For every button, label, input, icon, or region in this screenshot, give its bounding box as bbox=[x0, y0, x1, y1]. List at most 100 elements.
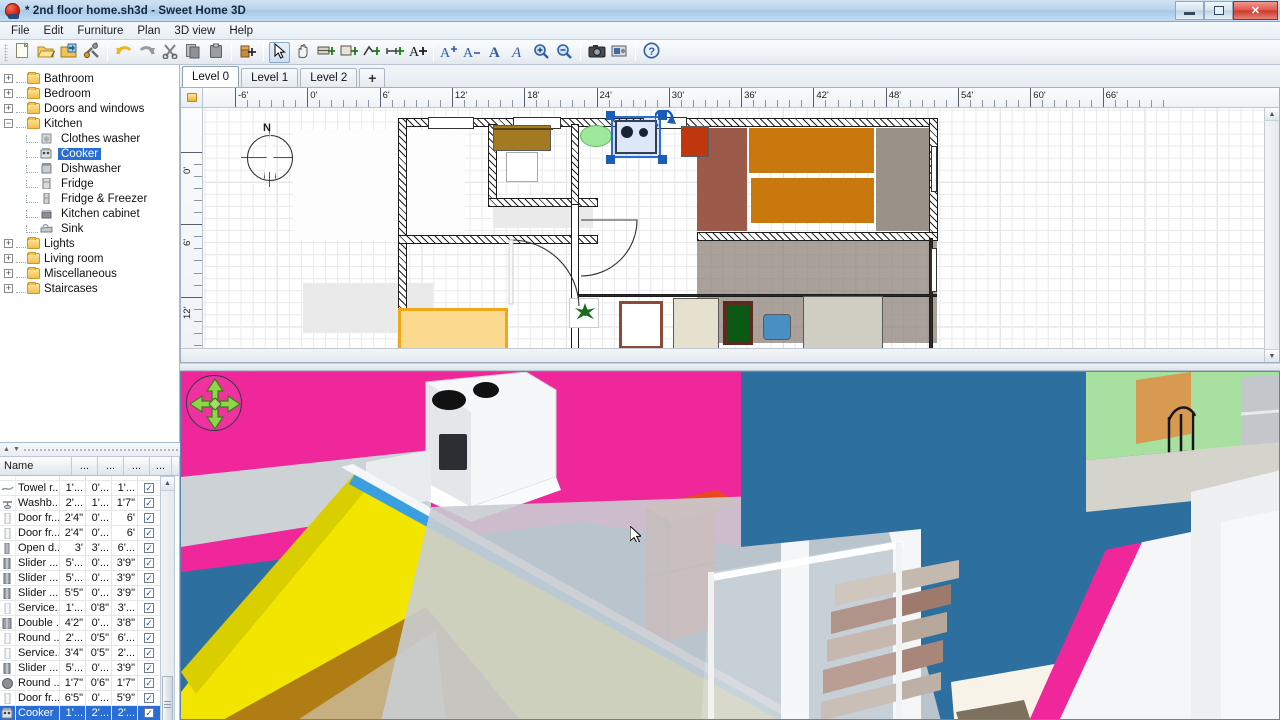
row-visible-cell[interactable]: ✓ bbox=[138, 586, 160, 600]
lock-base-plan-icon[interactable] bbox=[186, 93, 197, 102]
row-visible-cell[interactable]: ✓ bbox=[138, 646, 160, 660]
add-level-button[interactable]: + bbox=[359, 68, 386, 87]
table-row[interactable]: Round ... 2'... 0'5" 6'... ✓ bbox=[0, 631, 160, 646]
wall-inner-horizontal-a[interactable] bbox=[488, 198, 598, 207]
expand-icon[interactable]: + bbox=[4, 104, 13, 113]
restore-button[interactable] bbox=[1204, 1, 1233, 20]
menu-edit[interactable]: Edit bbox=[37, 23, 71, 39]
compass[interactable]: N bbox=[241, 122, 299, 187]
zoom-out-button[interactable] bbox=[554, 42, 575, 63]
expand-icon[interactable]: + bbox=[4, 284, 13, 293]
visible-checkbox[interactable]: ✓ bbox=[144, 633, 154, 643]
catalog-category-kitchen[interactable]: − Kitchen bbox=[4, 116, 179, 131]
expand-icon[interactable]: + bbox=[4, 269, 13, 278]
furniture-column-header-2[interactable]: ... bbox=[98, 457, 124, 475]
table-row[interactable]: Slider ... 5'... 0'... 3'9" ✓ bbox=[0, 661, 160, 676]
table-row[interactable]: Cooker 1'... 2'... 2'... ✓ bbox=[0, 706, 160, 720]
create-polyline-button[interactable] bbox=[361, 42, 382, 63]
splitter-up-arrow-icon[interactable]: ▲ bbox=[3, 446, 10, 453]
visible-checkbox[interactable]: ✓ bbox=[144, 648, 154, 658]
plan-furniture-green-door[interactable] bbox=[723, 301, 753, 345]
plan-furniture-bed-main[interactable] bbox=[398, 308, 508, 352]
splitter-down-arrow-icon[interactable]: ▼ bbox=[13, 446, 20, 453]
row-visible-cell[interactable]: ✓ bbox=[138, 661, 160, 675]
row-visible-cell[interactable]: ✓ bbox=[138, 601, 160, 615]
table-row[interactable]: Slider ... 5'5" 0'... 3'9" ✓ bbox=[0, 586, 160, 601]
redo-button[interactable] bbox=[136, 42, 157, 63]
expand-icon[interactable]: + bbox=[4, 89, 13, 98]
pan-mode-button[interactable] bbox=[292, 42, 313, 63]
table-row[interactable]: Open d... 3' 3'... 6'... ✓ bbox=[0, 541, 160, 556]
table-row[interactable]: Round ... 1'7" 0'6" 1'7" ✓ bbox=[0, 676, 160, 691]
plan-furniture-stairs[interactable] bbox=[803, 296, 883, 352]
catalog-item-kitchen-cabinet[interactable]: Kitchen cabinet bbox=[26, 206, 179, 221]
copy-button[interactable] bbox=[182, 42, 203, 63]
visible-checkbox[interactable]: ✓ bbox=[144, 558, 154, 568]
menu-file[interactable]: File bbox=[4, 23, 37, 39]
table-row[interactable]: Service... 1'... 0'8" 3'... ✓ bbox=[0, 601, 160, 616]
row-visible[interactable] bbox=[138, 476, 160, 480]
catalog-item-clothes-washer[interactable]: Clothes washer bbox=[26, 131, 179, 146]
increase-text-size-button[interactable]: A bbox=[439, 42, 460, 63]
row-visible-cell[interactable]: ✓ bbox=[138, 631, 160, 645]
catalog-item-dishwasher[interactable]: Dishwasher bbox=[26, 161, 179, 176]
wall-inner-horizontal-b[interactable] bbox=[697, 232, 938, 241]
visible-checkbox[interactable]: ✓ bbox=[144, 693, 154, 703]
row-visible-cell[interactable]: ✓ bbox=[138, 676, 160, 690]
catalog-category-lights[interactable]: + Lights bbox=[4, 236, 179, 251]
catalog-category-bedroom[interactable]: + Bedroom bbox=[4, 86, 179, 101]
table-row[interactable]: Service... 3'4" 0'5" 2'... ✓ bbox=[0, 646, 160, 661]
wall-inner-vertical-b[interactable] bbox=[571, 124, 579, 206]
paste-button[interactable] bbox=[205, 42, 226, 63]
plan-canvas[interactable]: N bbox=[203, 108, 1279, 362]
plan-furniture-fridge[interactable] bbox=[681, 126, 709, 157]
selection-handle-top-left[interactable] bbox=[606, 111, 615, 120]
selection-handle-bottom-right[interactable] bbox=[658, 155, 667, 164]
italic-style-button[interactable]: A bbox=[508, 42, 529, 63]
visible-checkbox[interactable]: ✓ bbox=[144, 663, 154, 673]
expand-icon[interactable]: + bbox=[4, 74, 13, 83]
catalog-category-staircases[interactable]: + Staircases bbox=[4, 281, 179, 296]
catalog-category-doors-and-windows[interactable]: + Doors and windows bbox=[4, 101, 179, 116]
zoom-in-button[interactable] bbox=[531, 42, 552, 63]
selection-handle-bottom-left[interactable] bbox=[606, 155, 615, 164]
scroll-up-arrow-icon[interactable]: ▲ bbox=[161, 477, 174, 491]
open-button[interactable] bbox=[35, 42, 56, 63]
furniture-column-header-1[interactable]: ... bbox=[72, 457, 98, 475]
visible-checkbox[interactable]: ✓ bbox=[144, 603, 154, 613]
toolbar-grip[interactable] bbox=[4, 43, 8, 61]
catalog-category-bathroom[interactable]: + Bathroom bbox=[4, 71, 179, 86]
expand-icon[interactable]: + bbox=[4, 239, 13, 248]
visible-checkbox[interactable]: ✓ bbox=[144, 618, 154, 628]
row-visible-cell[interactable]: ✓ bbox=[138, 481, 160, 495]
plan-furniture-bathtub[interactable] bbox=[580, 125, 612, 147]
catalog-category-living-room[interactable]: + Living room bbox=[4, 251, 179, 266]
row-visible-cell[interactable]: ✓ bbox=[138, 511, 160, 525]
furniture-column-header-3[interactable]: ... bbox=[124, 457, 150, 475]
catalog-list-splitter[interactable]: ▲ ▼ bbox=[0, 443, 180, 457]
navigation-control[interactable] bbox=[186, 375, 242, 431]
window-right-b[interactable] bbox=[931, 248, 937, 292]
row-visible-cell[interactable]: ✓ bbox=[138, 706, 160, 720]
visible-checkbox[interactable]: ✓ bbox=[144, 543, 154, 553]
furniture-column-header-0[interactable]: Name bbox=[0, 457, 72, 475]
visible-checkbox[interactable]: ✓ bbox=[144, 678, 154, 688]
plan-scroll-down-icon[interactable]: ▼ bbox=[1265, 349, 1279, 362]
minimize-button[interactable] bbox=[1175, 1, 1204, 20]
table-row[interactable]: Door fr... 2'4" 0'... 6' ✓ bbox=[0, 511, 160, 526]
row-visible-cell[interactable]: ✓ bbox=[138, 691, 160, 705]
row-visible-cell[interactable]: ✓ bbox=[138, 541, 160, 555]
table-row[interactable]: Door fr... 6'5" 0'... 5'9" ✓ bbox=[0, 691, 160, 706]
bold-style-button[interactable]: A bbox=[485, 42, 506, 63]
plan-vertical-scrollbar[interactable]: ▲ ▼ bbox=[1264, 108, 1279, 362]
rotate-handle-icon[interactable] bbox=[655, 110, 677, 130]
visible-checkbox[interactable]: ✓ bbox=[144, 483, 154, 493]
splitter-grip[interactable] bbox=[22, 447, 180, 452]
table-row[interactable]: Washb... 2'... 1'... 1'7" ✓ bbox=[0, 496, 160, 511]
visible-checkbox[interactable]: ✓ bbox=[144, 708, 154, 718]
window-right-a[interactable] bbox=[931, 146, 937, 192]
catalog-item-sink[interactable]: Sink bbox=[26, 221, 179, 236]
new-home-button[interactable] bbox=[12, 42, 33, 63]
create-rooms-button[interactable] bbox=[338, 42, 359, 63]
tab-level-1[interactable]: Level 1 bbox=[241, 68, 299, 87]
